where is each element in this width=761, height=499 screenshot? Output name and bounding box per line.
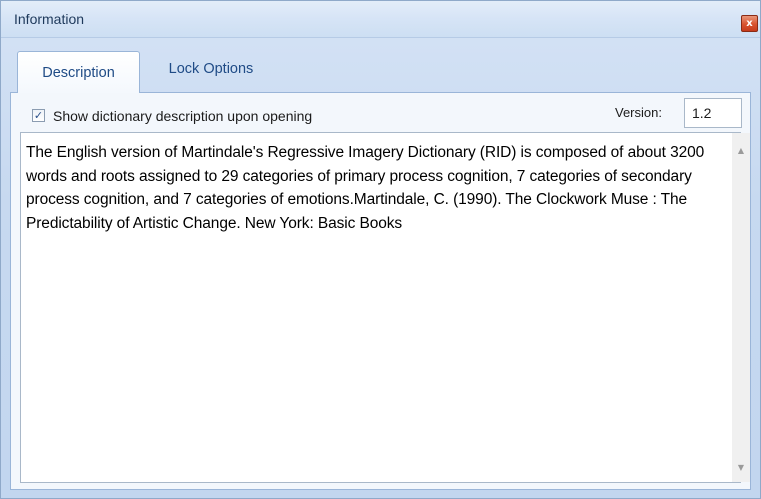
checkmark-icon: ✓ <box>33 109 44 122</box>
close-icon: x <box>746 18 753 29</box>
tab-description[interactable]: Description <box>17 51 140 93</box>
show-description-label[interactable]: Show dictionary description upon opening <box>53 108 312 124</box>
vertical-scrollbar[interactable]: ▲ ▼ <box>732 133 750 482</box>
information-dialog: Information x Description Lock Options ✓… <box>0 0 761 499</box>
description-panel: ✓ Show dictionary description upon openi… <box>10 92 751 490</box>
title-bar[interactable]: Information x <box>1 1 760 38</box>
show-description-checkbox[interactable]: ✓ <box>32 109 45 122</box>
version-input[interactable] <box>684 98 742 128</box>
description-text: The English version of Martindale's Regr… <box>26 144 705 232</box>
description-textarea[interactable]: The English version of Martindale's Regr… <box>20 132 750 483</box>
scroll-up-arrow-icon[interactable]: ▲ <box>732 141 750 159</box>
options-row: ✓ Show dictionary description upon openi… <box>11 93 750 133</box>
window-title: Information <box>14 11 85 27</box>
tab-strip: Description Lock Options <box>9 45 752 93</box>
scroll-down-arrow-icon[interactable]: ▼ <box>732 458 750 476</box>
version-label: Version: <box>615 105 662 120</box>
tab-lock-options[interactable]: Lock Options <box>149 51 273 87</box>
close-button[interactable]: x <box>741 15 758 32</box>
